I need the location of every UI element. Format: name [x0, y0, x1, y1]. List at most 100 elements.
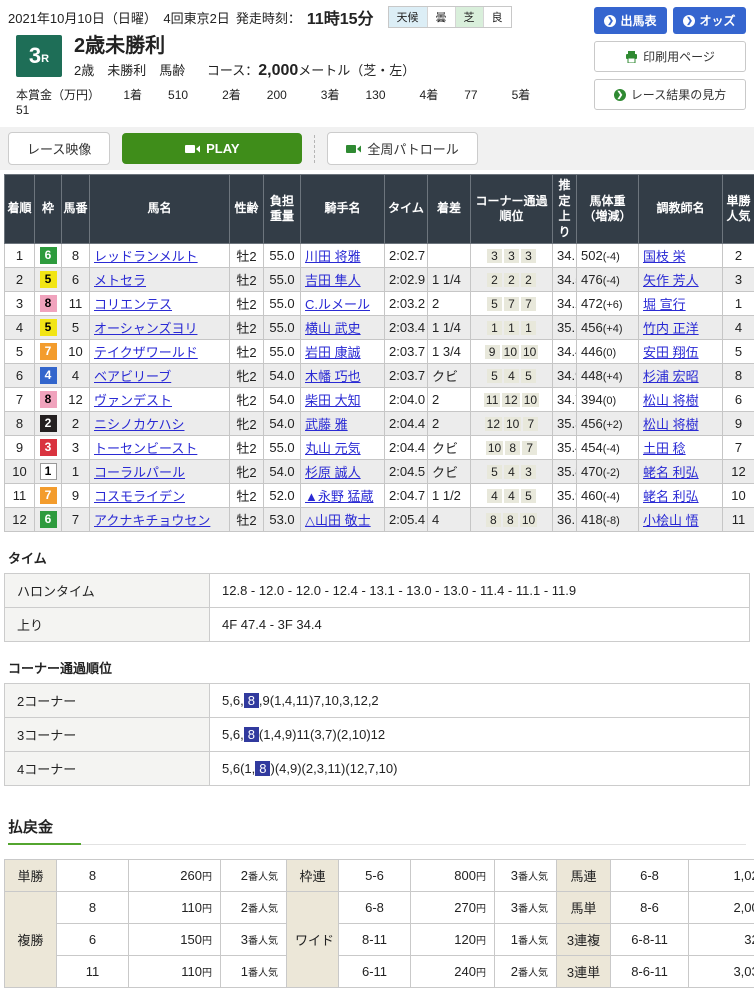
- horse-name-link[interactable]: メトセラ: [94, 273, 146, 288]
- horse-weight-cell: 460(-4): [577, 484, 639, 508]
- horse-number: 2: [62, 412, 90, 436]
- race-date: 2021年10月10日（日曜） 4回東京2日: [8, 8, 230, 27]
- results-guide-button[interactable]: ❯ レース結果の見方: [594, 79, 746, 110]
- col-jockey: 騎手名: [301, 175, 385, 244]
- print-page-button[interactable]: 印刷用ページ: [594, 41, 746, 72]
- trainer-link[interactable]: 土田 稔: [643, 441, 686, 456]
- prize-place: 2着: [222, 88, 241, 102]
- bracket-badge: 5: [40, 271, 57, 288]
- horse-name-cell: ヴァンデスト: [90, 388, 230, 412]
- horse-weight: 502: [581, 248, 603, 263]
- finish-time: 2:04.4: [385, 436, 428, 460]
- jockey-link[interactable]: ▲永野 猛蔵: [305, 489, 373, 504]
- win-popularity: 10: [723, 484, 754, 508]
- horse-name-link[interactable]: レッドランメルト: [94, 249, 198, 264]
- horse-name-link[interactable]: ヴァンデスト: [94, 393, 172, 408]
- table-row: 1011コーラルパール牝254.0杉原 誠人2:04.5クビ54335.8470…: [5, 460, 754, 484]
- payout-bet-type: 馬連: [557, 860, 611, 892]
- bracket-cell: 4: [35, 364, 62, 388]
- jockey-link[interactable]: 横山 武史: [305, 321, 361, 336]
- odds-button[interactable]: ❯ オッズ: [673, 7, 746, 34]
- sex-age: 牡2: [230, 292, 264, 316]
- carried-weight: 54.0: [264, 412, 301, 436]
- corner-order-after: (1,4,9)11(3,7)(2,10)12: [259, 727, 385, 742]
- trainer-link[interactable]: 国枝 栄: [643, 249, 686, 264]
- horse-name-link[interactable]: アクナキチョウセン: [94, 513, 210, 528]
- jockey-link[interactable]: 丸山 元気: [305, 441, 361, 456]
- yen-suffix: 円: [476, 968, 486, 979]
- horse-name-link[interactable]: テイクザワールド: [94, 345, 198, 360]
- jockey-link[interactable]: 柴田 大知: [305, 393, 361, 408]
- horse-name-link[interactable]: トーセンビースト: [94, 441, 197, 456]
- horse-number: 5: [62, 316, 90, 340]
- win-popularity: 3: [723, 268, 754, 292]
- jockey-link[interactable]: 岩田 康誠: [305, 345, 361, 360]
- horse-name-link[interactable]: コーラルパール: [94, 465, 185, 480]
- prize-amount: 77: [464, 88, 477, 102]
- race-video-label-button[interactable]: レース映像: [8, 132, 110, 165]
- margin: [428, 244, 471, 268]
- horse-weight: 476: [581, 272, 603, 287]
- corner-position: 5: [521, 489, 536, 503]
- play-button[interactable]: PLAY: [122, 133, 302, 164]
- yen-suffix: 円: [202, 936, 212, 947]
- margin: 1 1/2: [428, 484, 471, 508]
- trainer-cell: 小桧山 悟: [639, 508, 723, 532]
- jockey-cell: 木幡 巧也: [301, 364, 385, 388]
- payout-amount: 800円: [411, 860, 495, 892]
- trainer-link[interactable]: 安田 翔伍: [643, 345, 699, 360]
- yen-suffix: 円: [202, 904, 212, 915]
- trainer-link[interactable]: 堀 宣行: [643, 297, 686, 312]
- trainer-link[interactable]: 小桧山 悟: [643, 513, 699, 528]
- prize-amount: 51: [16, 103, 29, 117]
- corner-order-cell: 12107: [471, 412, 553, 436]
- bracket-cell: 6: [35, 508, 62, 532]
- sex-age: 牡2: [230, 244, 264, 268]
- table-row: 5710テイクザワールド牡255.0岩田 康誠2:03.71 3/4910103…: [5, 340, 754, 364]
- corner-row-label: 2コーナー: [5, 684, 210, 718]
- jockey-link[interactable]: 木幡 巧也: [305, 369, 361, 384]
- horse-weight-diff: (+4): [603, 371, 623, 383]
- horse-name-link[interactable]: コスモライデン: [94, 489, 185, 504]
- jockey-link[interactable]: 川田 将雅: [305, 249, 361, 264]
- horse-name-link[interactable]: コリエンテス: [94, 297, 172, 312]
- bracket-cell: 5: [35, 268, 62, 292]
- patrol-video-button[interactable]: 全周パトロール: [327, 132, 477, 165]
- finish-position: 10: [5, 460, 35, 484]
- trainer-link[interactable]: 松山 将樹: [643, 393, 699, 408]
- trainer-link[interactable]: 松山 将樹: [643, 417, 699, 432]
- col-time: タイム: [385, 175, 428, 244]
- trainer-link[interactable]: 杉浦 宏昭: [643, 369, 699, 384]
- horse-name-cell: メトセラ: [90, 268, 230, 292]
- jockey-link[interactable]: 杉原 誠人: [305, 465, 361, 480]
- prize-amount: 200: [267, 88, 287, 102]
- margin: 2: [428, 292, 471, 316]
- horse-name-link[interactable]: ニシノカケハシ: [94, 417, 184, 432]
- corner-position: 4: [504, 465, 519, 479]
- entries-button[interactable]: ❯ 出馬表: [594, 7, 667, 34]
- horse-weight: 460: [581, 488, 603, 503]
- corner-order-cell: 333: [471, 244, 553, 268]
- horse-number: 9: [62, 484, 90, 508]
- horse-name-cell: ベアビリーブ: [90, 364, 230, 388]
- horse-name-link[interactable]: オーシャンズヨリ: [94, 321, 197, 336]
- finish-time: 2:04.7: [385, 484, 428, 508]
- jockey-link[interactable]: 吉田 隼人: [305, 273, 361, 288]
- jockey-link[interactable]: △山田 敬士: [305, 513, 371, 528]
- weather-label: 天候: [389, 7, 428, 27]
- trainer-link[interactable]: 蛯名 利弘: [643, 489, 699, 504]
- jockey-link[interactable]: C.ルメール: [305, 297, 370, 312]
- trainer-link[interactable]: 矢作 芳人: [643, 273, 699, 288]
- trainer-link[interactable]: 蛯名 利弘: [643, 465, 699, 480]
- payout-bet-type: ワイド: [287, 892, 339, 988]
- carried-weight: 54.0: [264, 364, 301, 388]
- trainer-link[interactable]: 竹内 正洋: [643, 321, 699, 336]
- jockey-cell: 横山 武史: [301, 316, 385, 340]
- time-row: 上り4F 47.4 - 3F 34.4: [5, 608, 750, 642]
- payout-amount-value: 270: [454, 900, 476, 915]
- jockey-cell: 吉田 隼人: [301, 268, 385, 292]
- payout-popularity: 3番人気: [221, 924, 287, 956]
- jockey-link[interactable]: 武藤 雅: [305, 417, 348, 432]
- finish-time: 2:02.9: [385, 268, 428, 292]
- horse-name-link[interactable]: ベアビリーブ: [94, 369, 171, 384]
